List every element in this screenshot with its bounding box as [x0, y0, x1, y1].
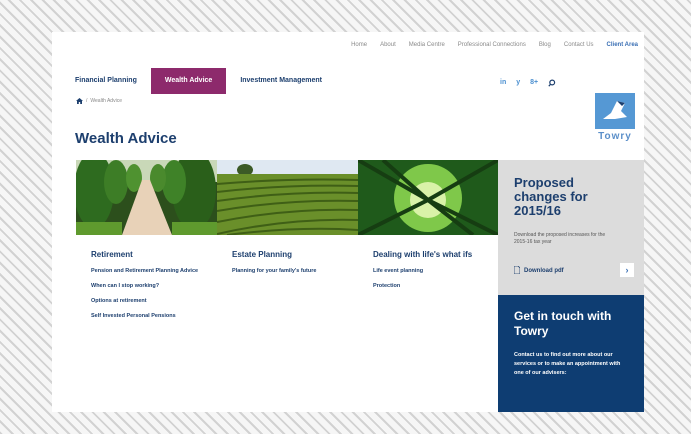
retirement-link[interactable]: Pension and Retirement Planning Advice	[91, 267, 226, 275]
retirement-column: Retirement Pension and Retirement Planni…	[91, 250, 226, 327]
retirement-link[interactable]: When can I stop working?	[91, 282, 226, 290]
contact-text: Contact us to find out more about our se…	[514, 352, 621, 376]
chevron-right-icon[interactable]: ›	[620, 263, 634, 277]
mainnav-wealth-advice[interactable]: Wealth Advice	[150, 68, 227, 94]
retirement-heading[interactable]: Retirement	[91, 250, 226, 259]
home-icon[interactable]	[76, 98, 83, 104]
estate-planning-image[interactable]	[217, 160, 358, 235]
mainnav-financial-planning[interactable]: Financial Planning	[75, 68, 151, 94]
estate-planning-column: Estate Planning Planning for your family…	[232, 250, 367, 282]
retirement-link[interactable]: Self Invested Personal Pensions	[91, 312, 226, 320]
page-container: Home About Media Centre Professional Con…	[52, 32, 644, 412]
linkedin-icon[interactable]: in	[500, 79, 506, 89]
estate-planning-link[interactable]: Planning for your family's future	[232, 267, 367, 275]
retirement-image[interactable]	[76, 160, 217, 235]
topnav-about[interactable]: About	[380, 42, 396, 48]
retirement-link[interactable]: Options at retirement	[91, 297, 226, 305]
breadcrumb-separator: /	[86, 98, 88, 104]
social-links: in y 8+	[500, 79, 556, 89]
topnav-blog[interactable]: Blog	[539, 42, 551, 48]
logo-wordmark: Towry	[598, 131, 632, 142]
topnav-client-area[interactable]: Client Area	[607, 42, 638, 48]
search-icon[interactable]	[548, 79, 556, 89]
google-plus-icon[interactable]: 8+	[530, 79, 538, 89]
topnav-contact-us[interactable]: Contact Us	[564, 42, 594, 48]
main-nav: Financial Planning Wealth Advice Investm…	[75, 68, 336, 94]
twitter-icon[interactable]: y	[516, 79, 520, 89]
page-title: Wealth Advice	[75, 130, 177, 147]
life-what-ifs-link[interactable]: Life event planning	[373, 267, 493, 275]
proposed-changes-title: Proposed changes for 2015/16	[514, 175, 588, 218]
breadcrumb: / Wealth Advice	[76, 98, 122, 104]
document-icon	[513, 265, 521, 276]
breadcrumb-current: Wealth Advice	[90, 98, 122, 104]
download-pdf-label: Download pdf	[524, 268, 564, 274]
life-what-ifs-link[interactable]: Protection	[373, 282, 493, 290]
mainnav-investment-management[interactable]: Investment Management	[240, 68, 336, 94]
life-what-ifs-column: Dealing with life's what ifs Life event …	[373, 250, 493, 297]
topnav-media-centre[interactable]: Media Centre	[409, 42, 445, 48]
towry-logo-mark	[595, 93, 635, 129]
contact-panel[interactable]: Get in touch with Towry Contact us to fi…	[498, 295, 644, 412]
topnav-home[interactable]: Home	[351, 42, 367, 48]
download-pdf-link[interactable]: Download pdf	[513, 265, 564, 276]
proposed-changes-panel: Proposed changes for 2015/16 Download th…	[498, 160, 644, 295]
life-what-ifs-heading[interactable]: Dealing with life's what ifs	[373, 250, 493, 259]
contact-title: Get in touch with Towry	[514, 309, 612, 338]
life-what-ifs-image[interactable]	[358, 160, 498, 235]
topnav-professional-connections[interactable]: Professional Connections	[458, 42, 526, 48]
towry-logo[interactable]: Towry	[594, 93, 636, 145]
estate-planning-heading[interactable]: Estate Planning	[232, 250, 367, 259]
top-nav: Home About Media Centre Professional Con…	[351, 42, 638, 48]
proposed-changes-text: Download the proposed increases for the …	[514, 232, 606, 245]
